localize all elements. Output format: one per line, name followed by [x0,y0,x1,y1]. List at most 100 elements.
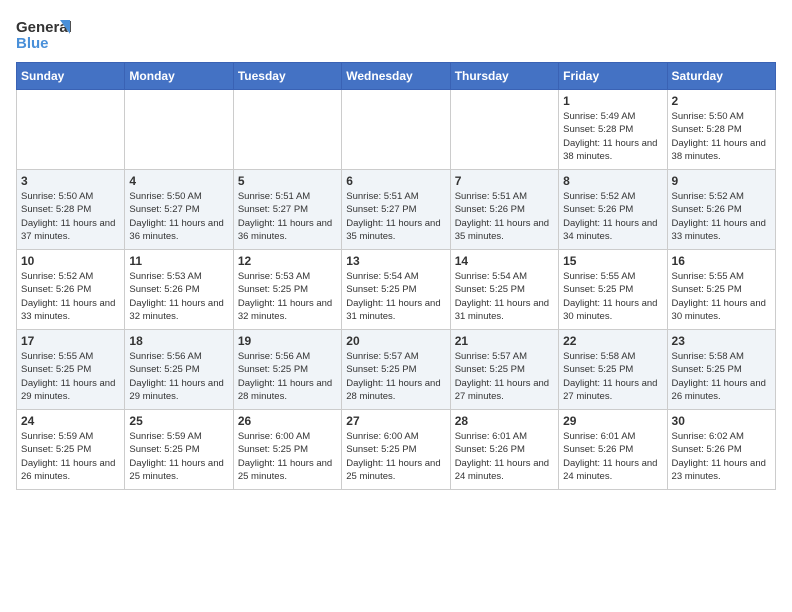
calendar-cell: 28 Sunrise: 6:01 AM Sunset: 5:26 PM Dayli… [450,410,558,490]
day-info: Sunrise: 5:55 AM Sunset: 5:25 PM Dayligh… [563,270,662,323]
calendar-cell: 4 Sunrise: 5:50 AM Sunset: 5:27 PM Daylig… [125,170,233,250]
calendar-body: 1 Sunrise: 5:49 AM Sunset: 5:28 PM Daylig… [17,90,776,490]
weekday-header: Saturday [667,63,775,90]
weekday-header: Tuesday [233,63,341,90]
day-info: Sunrise: 6:01 AM Sunset: 5:26 PM Dayligh… [563,430,662,483]
calendar-week-row: 17 Sunrise: 5:55 AM Sunset: 5:25 PM Dayli… [17,330,776,410]
calendar-week-row: 24 Sunrise: 5:59 AM Sunset: 5:25 PM Dayli… [17,410,776,490]
svg-text:Blue: Blue [16,35,49,52]
day-number: 22 [563,334,662,348]
calendar-cell: 26 Sunrise: 6:00 AM Sunset: 5:25 PM Dayli… [233,410,341,490]
day-number: 5 [238,174,337,188]
calendar-cell [17,90,125,170]
day-number: 14 [455,254,554,268]
calendar-cell [125,90,233,170]
day-info: Sunrise: 6:00 AM Sunset: 5:25 PM Dayligh… [238,430,337,483]
day-number: 12 [238,254,337,268]
day-info: Sunrise: 5:55 AM Sunset: 5:25 PM Dayligh… [21,350,120,403]
calendar-week-row: 3Sunrise: 5:50 AM Sunset: 5:28 PM Daylig… [17,170,776,250]
day-info: Sunrise: 5:56 AM Sunset: 5:25 PM Dayligh… [238,350,337,403]
logo-svg: GeneralBlue [16,16,76,54]
day-number: 17 [21,334,120,348]
day-number: 24 [21,414,120,428]
weekday-header: Wednesday [342,63,450,90]
calendar-cell: 14 Sunrise: 5:54 AM Sunset: 5:25 PM Dayli… [450,250,558,330]
day-number: 20 [346,334,445,348]
day-number: 7 [455,174,554,188]
day-number: 2 [672,94,771,108]
day-number: 6 [346,174,445,188]
day-number: 19 [238,334,337,348]
day-info: Sunrise: 5:50 AM Sunset: 5:28 PM Dayligh… [21,190,120,243]
logo: GeneralBlue [16,16,76,54]
day-info: Sunrise: 5:59 AM Sunset: 5:25 PM Dayligh… [129,430,228,483]
day-info: Sunrise: 5:51 AM Sunset: 5:27 PM Dayligh… [238,190,337,243]
calendar-cell: 27Sunrise: 6:00 AM Sunset: 5:25 PM Dayli… [342,410,450,490]
calendar-cell: 6 Sunrise: 5:51 AM Sunset: 5:27 PM Daylig… [342,170,450,250]
day-number: 26 [238,414,337,428]
day-number: 9 [672,174,771,188]
day-info: Sunrise: 5:53 AM Sunset: 5:25 PM Dayligh… [238,270,337,323]
day-number: 16 [672,254,771,268]
calendar-header: SundayMondayTuesdayWednesdayThursdayFrid… [17,63,776,90]
day-number: 1 [563,94,662,108]
day-info: Sunrise: 5:53 AM Sunset: 5:26 PM Dayligh… [129,270,228,323]
day-number: 18 [129,334,228,348]
page-header: GeneralBlue [16,16,776,54]
day-number: 29 [563,414,662,428]
day-info: Sunrise: 5:57 AM Sunset: 5:25 PM Dayligh… [455,350,554,403]
calendar-cell: 12 Sunrise: 5:53 AM Sunset: 5:25 PM Dayli… [233,250,341,330]
calendar-cell [233,90,341,170]
weekday-header: Sunday [17,63,125,90]
day-info: Sunrise: 5:59 AM Sunset: 5:25 PM Dayligh… [21,430,120,483]
calendar-cell: 20Sunrise: 5:57 AM Sunset: 5:25 PM Dayli… [342,330,450,410]
calendar-cell: 17 Sunrise: 5:55 AM Sunset: 5:25 PM Dayli… [17,330,125,410]
calendar-cell: 1 Sunrise: 5:49 AM Sunset: 5:28 PM Daylig… [559,90,667,170]
day-info: Sunrise: 5:56 AM Sunset: 5:25 PM Dayligh… [129,350,228,403]
day-info: Sunrise: 5:51 AM Sunset: 5:26 PM Dayligh… [455,190,554,243]
day-number: 10 [21,254,120,268]
day-info: Sunrise: 5:54 AM Sunset: 5:25 PM Dayligh… [455,270,554,323]
day-info: Sunrise: 5:49 AM Sunset: 5:28 PM Dayligh… [563,110,662,163]
calendar-cell: 8Sunrise: 5:52 AM Sunset: 5:26 PM Daylig… [559,170,667,250]
day-number: 27 [346,414,445,428]
day-info: Sunrise: 5:55 AM Sunset: 5:25 PM Dayligh… [672,270,771,323]
day-info: Sunrise: 5:52 AM Sunset: 5:26 PM Dayligh… [672,190,771,243]
calendar-cell: 23 Sunrise: 5:58 AM Sunset: 5:25 PM Dayli… [667,330,775,410]
calendar-cell: 19 Sunrise: 5:56 AM Sunset: 5:25 PM Dayli… [233,330,341,410]
calendar-cell: 10 Sunrise: 5:52 AM Sunset: 5:26 PM Dayli… [17,250,125,330]
day-number: 23 [672,334,771,348]
day-number: 13 [346,254,445,268]
day-info: Sunrise: 5:54 AM Sunset: 5:25 PM Dayligh… [346,270,445,323]
calendar-cell: 24 Sunrise: 5:59 AM Sunset: 5:25 PM Dayli… [17,410,125,490]
calendar-cell [342,90,450,170]
day-info: Sunrise: 6:02 AM Sunset: 5:26 PM Dayligh… [672,430,771,483]
calendar-cell: 15Sunrise: 5:55 AM Sunset: 5:25 PM Dayli… [559,250,667,330]
day-info: Sunrise: 5:58 AM Sunset: 5:25 PM Dayligh… [672,350,771,403]
calendar-cell: 3Sunrise: 5:50 AM Sunset: 5:28 PM Daylig… [17,170,125,250]
calendar-cell: 29 Sunrise: 6:01 AM Sunset: 5:26 PM Dayli… [559,410,667,490]
day-number: 28 [455,414,554,428]
day-number: 25 [129,414,228,428]
day-number: 4 [129,174,228,188]
weekday-header: Thursday [450,63,558,90]
day-number: 11 [129,254,228,268]
day-number: 30 [672,414,771,428]
weekday-header: Monday [125,63,233,90]
calendar-cell: 16 Sunrise: 5:55 AM Sunset: 5:25 PM Dayli… [667,250,775,330]
calendar-cell: 7 Sunrise: 5:51 AM Sunset: 5:26 PM Daylig… [450,170,558,250]
calendar-week-row: 10 Sunrise: 5:52 AM Sunset: 5:26 PM Dayli… [17,250,776,330]
calendar-cell: 5 Sunrise: 5:51 AM Sunset: 5:27 PM Daylig… [233,170,341,250]
calendar-cell: 25 Sunrise: 5:59 AM Sunset: 5:25 PM Dayli… [125,410,233,490]
day-info: Sunrise: 6:01 AM Sunset: 5:26 PM Dayligh… [455,430,554,483]
calendar-week-row: 1 Sunrise: 5:49 AM Sunset: 5:28 PM Daylig… [17,90,776,170]
calendar-cell: 30 Sunrise: 6:02 AM Sunset: 5:26 PM Dayli… [667,410,775,490]
day-number: 21 [455,334,554,348]
calendar-cell: 2Sunrise: 5:50 AM Sunset: 5:28 PM Daylig… [667,90,775,170]
calendar-cell: 9 Sunrise: 5:52 AM Sunset: 5:26 PM Daylig… [667,170,775,250]
day-info: Sunrise: 5:50 AM Sunset: 5:27 PM Dayligh… [129,190,228,243]
day-info: Sunrise: 5:52 AM Sunset: 5:26 PM Dayligh… [21,270,120,323]
day-info: Sunrise: 5:51 AM Sunset: 5:27 PM Dayligh… [346,190,445,243]
day-info: Sunrise: 5:58 AM Sunset: 5:25 PM Dayligh… [563,350,662,403]
weekday-header: Friday [559,63,667,90]
